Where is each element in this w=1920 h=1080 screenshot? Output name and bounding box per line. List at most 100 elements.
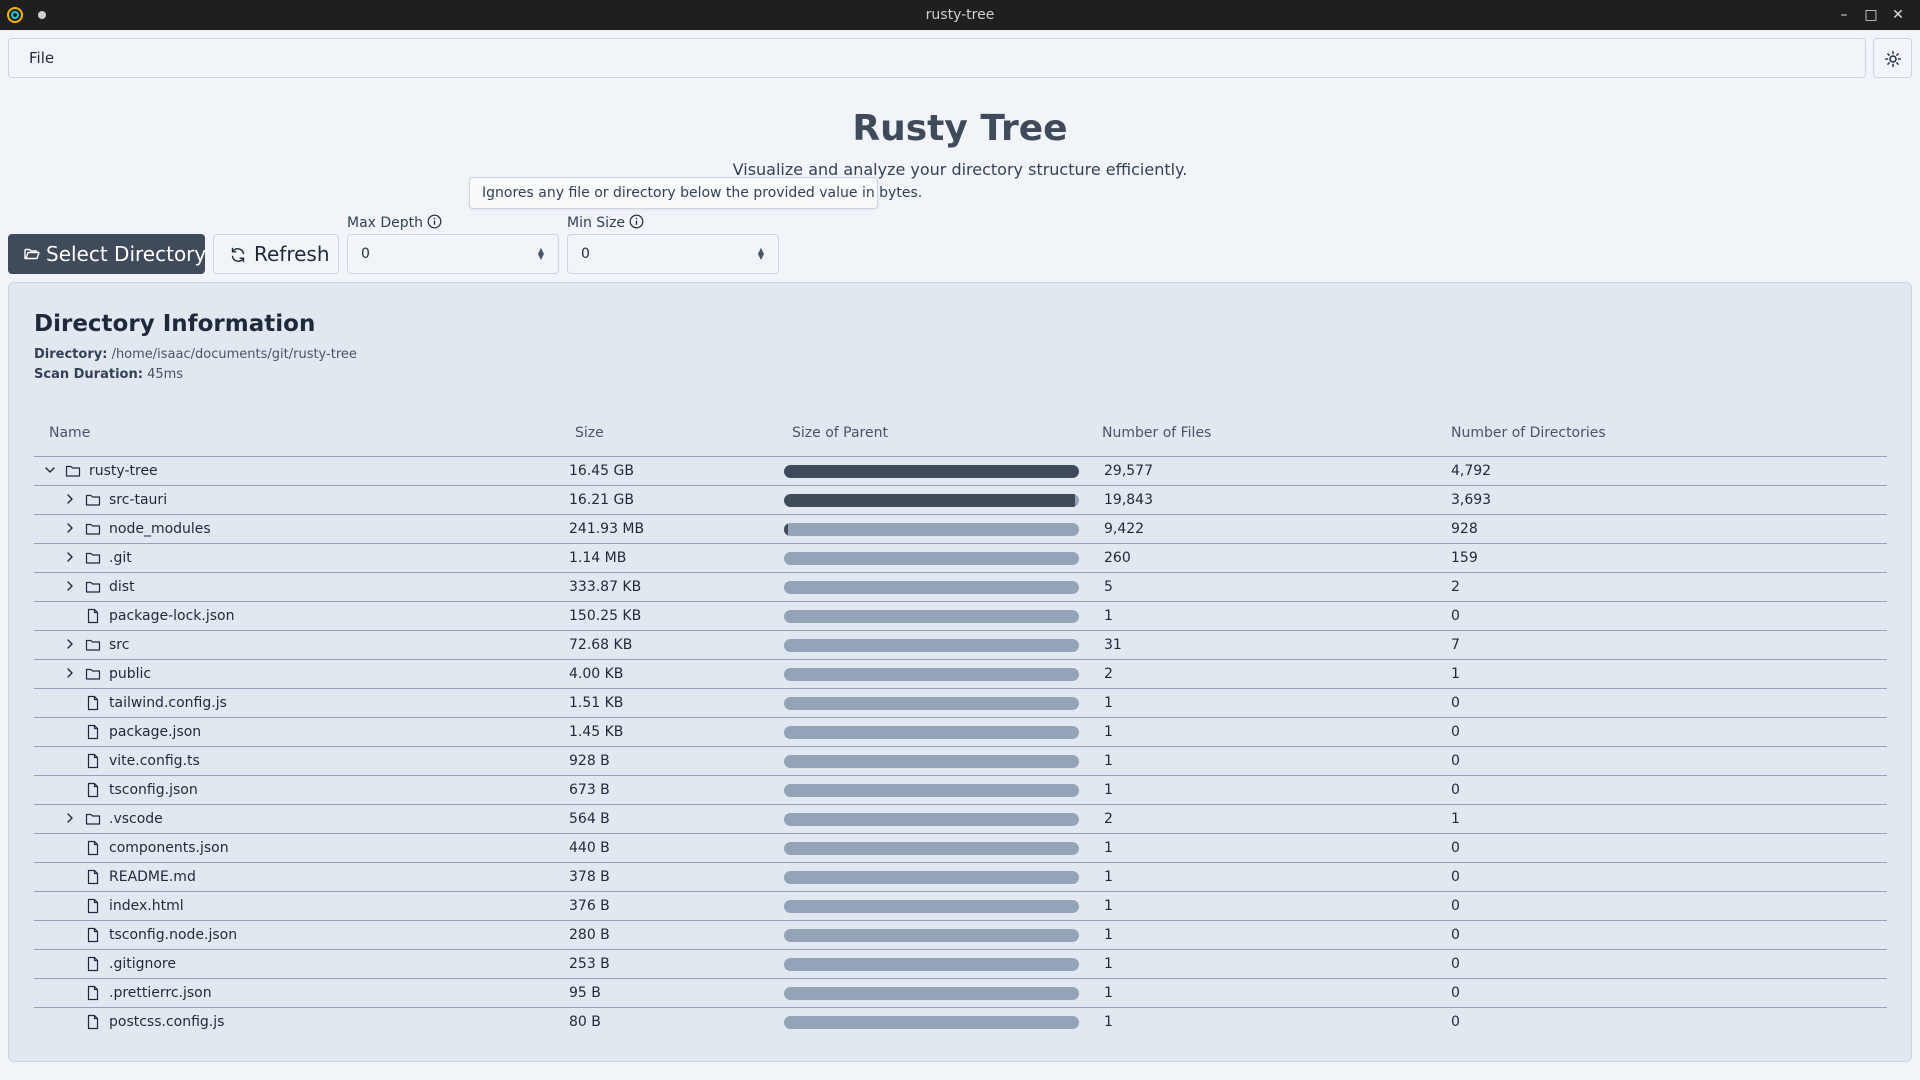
row-number-of-files: 1 — [1104, 898, 1113, 914]
size-of-parent-bar — [784, 929, 1079, 942]
table-row[interactable]: .git 1.14 MB 260 159 — [34, 544, 1887, 573]
row-size: 95 B — [569, 985, 601, 1001]
menu-file[interactable]: File — [29, 49, 54, 67]
header-size[interactable]: Size — [575, 425, 604, 441]
select-directory-button[interactable]: Select Directory — [8, 234, 207, 274]
table-body: rusty-tree 16.45 GB 29,577 4,792 src-tauri 16… — [34, 457, 1887, 1037]
file-icon — [87, 753, 99, 769]
row-number-of-files: 19,843 — [1104, 492, 1153, 508]
table-row[interactable]: postcss.config.js 80 B 1 0 — [34, 1008, 1887, 1037]
chevron-right-icon[interactable] — [64, 667, 76, 679]
table-row[interactable]: .gitignore 253 B 1 0 — [34, 950, 1887, 979]
row-name: tailwind.config.js — [109, 695, 227, 711]
table-row[interactable]: node_modules 241.93 MB 9,422 928 — [34, 515, 1887, 544]
table-row[interactable]: .vscode 564 B 2 1 — [34, 805, 1887, 834]
row-name: src-tauri — [109, 492, 168, 508]
table-row[interactable]: package.json 1.45 KB 1 0 — [34, 718, 1887, 747]
row-size: 378 B — [569, 869, 610, 885]
row-number-of-directories: 0 — [1451, 724, 1460, 740]
row-name: index.html — [109, 898, 184, 914]
size-of-parent-bar — [784, 552, 1079, 565]
info-icon[interactable] — [427, 214, 442, 229]
chevron-right-icon[interactable] — [64, 580, 76, 592]
table-row[interactable]: rusty-tree 16.45 GB 29,577 4,792 — [34, 457, 1887, 486]
row-number-of-directories: 0 — [1451, 608, 1460, 624]
close-button[interactable]: ✕ — [1888, 5, 1908, 25]
table-row[interactable]: package-lock.json 150.25 KB 1 0 — [34, 602, 1887, 631]
header-number-of-files[interactable]: Number of Files — [1102, 425, 1211, 441]
row-size: 1.51 KB — [569, 695, 624, 711]
file-icon — [87, 840, 99, 856]
chevron-right-icon[interactable] — [64, 522, 76, 534]
directory-meta-label: Directory: — [34, 347, 108, 362]
size-of-parent-bar — [784, 726, 1079, 739]
refresh-button[interactable]: Refresh — [213, 234, 339, 274]
folder-icon — [85, 581, 101, 593]
row-size: 673 B — [569, 782, 610, 798]
size-of-parent-bar — [784, 581, 1079, 594]
refresh-icon — [231, 247, 245, 263]
info-icon[interactable] — [629, 214, 644, 229]
max-depth-label: Max Depth — [347, 214, 442, 231]
header-name[interactable]: Name — [49, 425, 90, 441]
size-of-parent-bar — [784, 465, 1079, 478]
file-icon — [87, 1014, 99, 1030]
size-of-parent-fill — [784, 494, 1075, 507]
table-row[interactable]: src 72.68 KB 31 7 — [34, 631, 1887, 660]
table-row[interactable]: components.json 440 B 1 0 — [34, 834, 1887, 863]
row-name: package-lock.json — [109, 608, 235, 624]
select-directory-label: Select Directory — [46, 242, 207, 266]
size-of-parent-bar — [784, 1016, 1079, 1029]
min-size-stepper-icon[interactable]: ▲ ▼ — [758, 247, 764, 261]
header-number-of-directories[interactable]: Number of Directories — [1451, 425, 1606, 441]
size-of-parent-bar — [784, 697, 1079, 710]
size-of-parent-bar — [784, 871, 1079, 884]
table-row[interactable]: README.md 378 B 1 0 — [34, 863, 1887, 892]
table-row[interactable]: dist 333.87 KB 5 2 — [34, 573, 1887, 602]
max-depth-label-text: Max Depth — [347, 215, 424, 231]
max-depth-input[interactable]: 0 ▲ ▼ — [347, 234, 559, 274]
chevron-down-icon[interactable] — [44, 464, 56, 476]
file-icon — [87, 898, 99, 914]
table-row[interactable]: tsconfig.json 673 B 1 0 — [34, 776, 1887, 805]
row-number-of-files: 1 — [1104, 608, 1113, 624]
chevron-right-icon[interactable] — [64, 551, 76, 563]
chevron-right-icon[interactable] — [64, 812, 76, 824]
row-number-of-directories: 0 — [1451, 753, 1460, 769]
row-number-of-directories: 0 — [1451, 869, 1460, 885]
table-row[interactable]: public 4.00 KB 2 1 — [34, 660, 1887, 689]
row-size: 376 B — [569, 898, 610, 914]
maximize-button[interactable]: □ — [1861, 5, 1881, 25]
folder-icon — [85, 668, 101, 680]
row-number-of-directories: 0 — [1451, 840, 1460, 856]
file-icon — [87, 956, 99, 972]
max-depth-stepper-icon[interactable]: ▲ ▼ — [538, 247, 544, 261]
theme-toggle-button[interactable] — [1873, 38, 1912, 78]
size-of-parent-bar — [784, 842, 1079, 855]
sun-icon — [1885, 51, 1901, 67]
chevron-right-icon[interactable] — [64, 493, 76, 505]
row-size: 928 B — [569, 753, 610, 769]
minimize-button[interactable]: – — [1834, 5, 1854, 25]
min-size-input[interactable]: 0 ▲ ▼ — [567, 234, 779, 274]
table-row[interactable]: .prettierrc.json 95 B 1 0 — [34, 979, 1887, 1008]
table-row[interactable]: tsconfig.node.json 280 B 1 0 — [34, 921, 1887, 950]
window-title: rusty-tree — [925, 7, 995, 23]
row-number-of-files: 9,422 — [1104, 521, 1145, 537]
table-row[interactable]: index.html 376 B 1 0 — [34, 892, 1887, 921]
row-size: 150.25 KB — [569, 608, 642, 624]
table-row[interactable]: src-tauri 16.21 GB 19,843 3,693 — [34, 486, 1887, 515]
row-number-of-directories: 928 — [1451, 521, 1478, 537]
row-name: src — [109, 637, 130, 653]
row-name: .vscode — [109, 811, 163, 827]
header-size-of-parent[interactable]: Size of Parent — [792, 425, 888, 441]
table-row[interactable]: tailwind.config.js 1.51 KB 1 0 — [34, 689, 1887, 718]
row-number-of-files: 31 — [1104, 637, 1122, 653]
table-row[interactable]: vite.config.ts 928 B 1 0 — [34, 747, 1887, 776]
min-size-label: Min Size — [567, 214, 644, 231]
row-number-of-directories: 0 — [1451, 927, 1460, 943]
chevron-right-icon[interactable] — [64, 638, 76, 650]
scan-duration-label: Scan Duration: — [34, 367, 143, 382]
scan-duration-meta: Scan Duration: 45ms — [34, 367, 183, 382]
size-of-parent-bar — [784, 987, 1079, 1000]
